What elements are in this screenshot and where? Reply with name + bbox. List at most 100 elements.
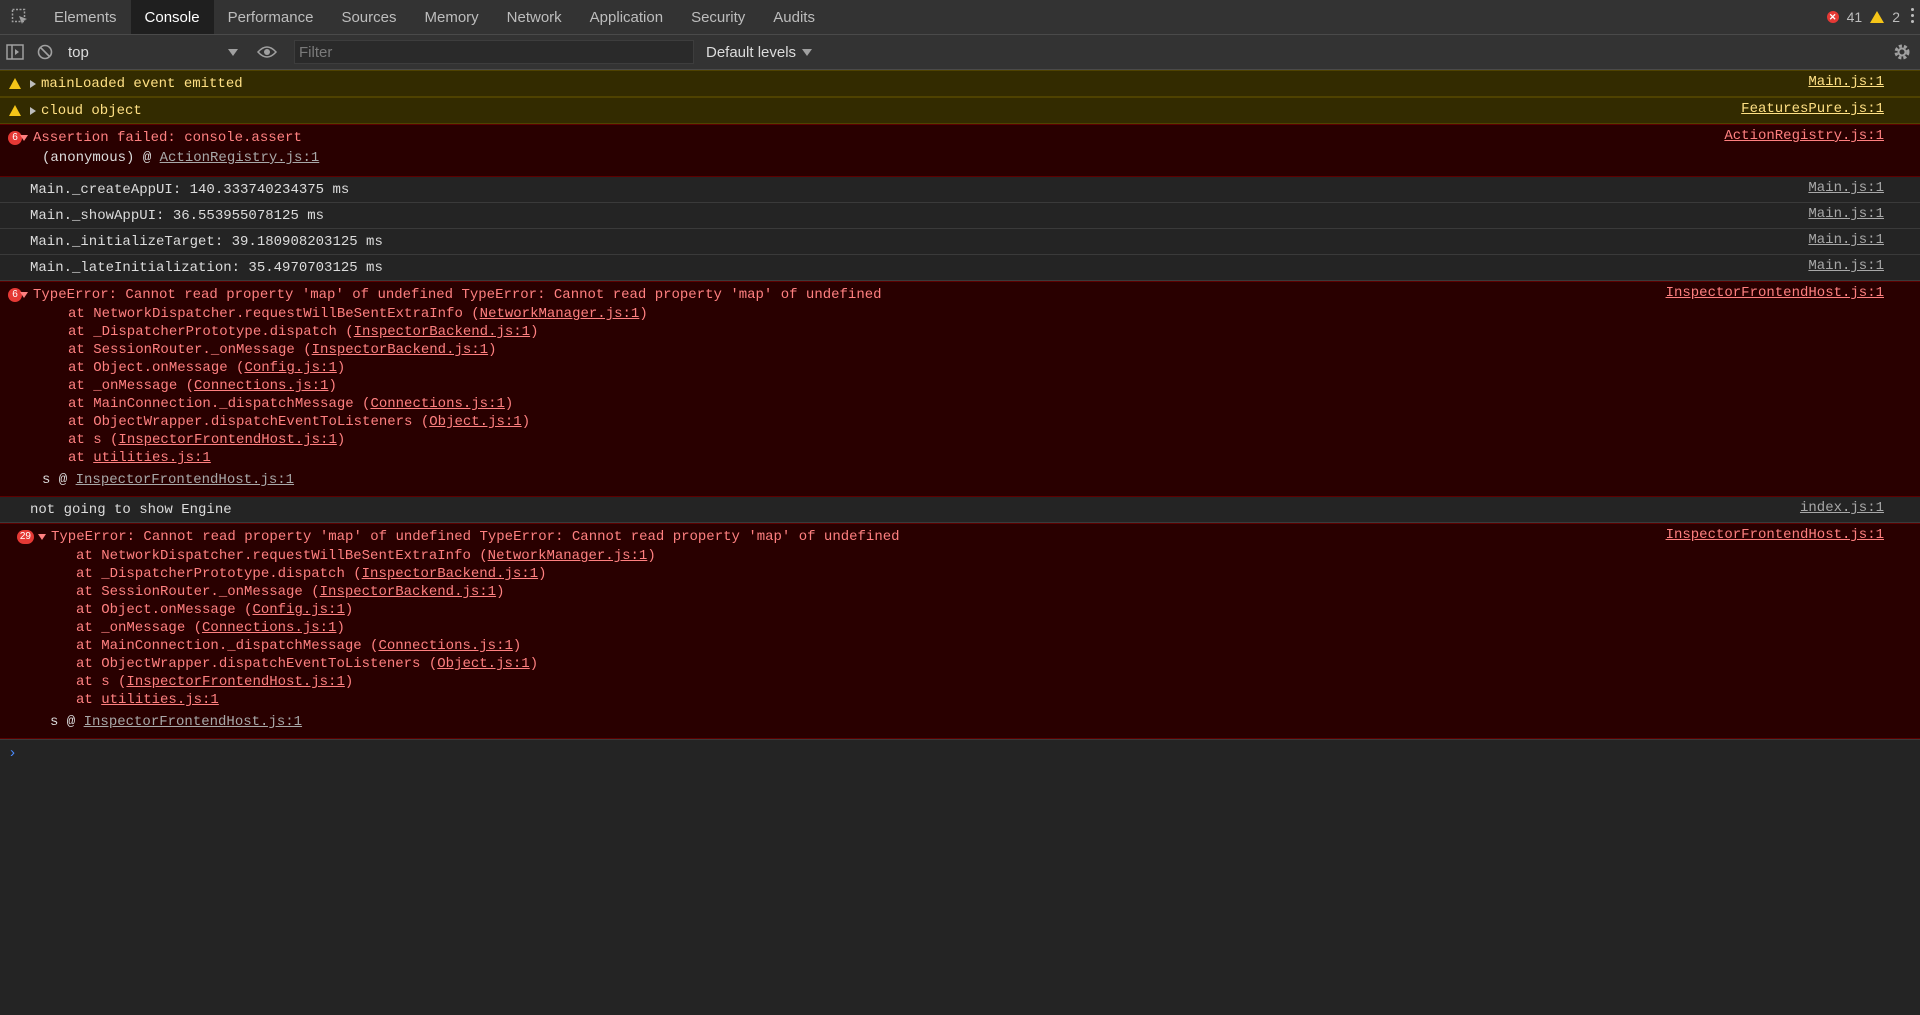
stack-frame-link[interactable]: utilities.js:1: [93, 450, 211, 466]
trace-prefix: (anonymous) @: [42, 150, 160, 166]
message-text: Main._lateInitialization: 35.4970703125 …: [30, 259, 383, 276]
expand-arrow-icon[interactable]: [30, 79, 36, 88]
warning-count-icon: [1870, 11, 1885, 23]
gear-icon[interactable]: [1892, 42, 1912, 66]
tab-audits[interactable]: Audits: [759, 0, 829, 34]
console-warning-message: cloud object FeaturesPure.js:1: [0, 97, 1920, 124]
stack-frame-link[interactable]: Config.js:1: [252, 602, 344, 618]
console-log-message: Main._initializeTarget: 39.180908203125 …: [0, 229, 1920, 255]
stack-frame-link[interactable]: InspectorBackend.js:1: [312, 342, 488, 358]
message-text: not going to show Engine: [30, 501, 232, 518]
console-error-message: 6 Assertion failed: console.assert (anon…: [0, 124, 1920, 177]
console-log-message: Main._lateInitialization: 35.4970703125 …: [0, 255, 1920, 281]
message-text: Main._showAppUI: 36.553955078125 ms: [30, 207, 325, 224]
console-log-message: Main._showAppUI: 36.553955078125 ms Main…: [0, 203, 1920, 229]
stack-frame-link[interactable]: InspectorBackend.js:1: [320, 584, 496, 600]
stack-frame-link[interactable]: NetworkManager.js:1: [488, 548, 648, 564]
tab-console[interactable]: Console: [130, 0, 214, 34]
source-link[interactable]: Main.js:1: [1808, 206, 1884, 222]
stack-frame: at SessionRouter._onMessage (InspectorBa…: [68, 342, 497, 358]
stack-frame-link[interactable]: Object.js:1: [429, 414, 521, 430]
source-link[interactable]: Main.js:1: [1808, 258, 1884, 274]
source-link[interactable]: InspectorFrontendHost.js:1: [1666, 285, 1884, 301]
tab-performance[interactable]: Performance: [214, 0, 328, 34]
stack-frame: at NetworkDispatcher.requestWillBeSentEx…: [68, 306, 648, 322]
stack-frame: at NetworkDispatcher.requestWillBeSentEx…: [76, 548, 656, 564]
collapse-arrow-icon[interactable]: [38, 533, 46, 540]
message-text: Main._initializeTarget: 39.180908203125 …: [30, 233, 383, 250]
devtools-tab-bar: Elements Console Performance Sources Mem…: [0, 0, 1920, 35]
log-levels-dropdown[interactable]: Default levels: [706, 43, 813, 61]
log-levels-label: Default levels: [706, 43, 797, 61]
stack-frame-link[interactable]: Connections.js:1: [370, 396, 504, 412]
stack-frame: at Object.onMessage (Config.js:1): [68, 360, 346, 376]
stack-frame: at _onMessage (Connections.js:1): [76, 620, 345, 636]
message-text: TypeError: Cannot read property 'map' of…: [33, 286, 882, 303]
source-link[interactable]: Main.js:1: [1808, 74, 1884, 90]
chevron-down-icon: [228, 48, 238, 56]
stack-frame-link[interactable]: utilities.js:1: [101, 692, 219, 708]
trace-prefix: s @: [50, 714, 84, 730]
source-link[interactable]: Main.js:1: [1808, 180, 1884, 196]
console-log-message: not going to show Engine index.js:1: [0, 497, 1920, 523]
trace-prefix: s @: [42, 472, 76, 488]
console-messages: mainLoaded event emitted Main.js:1 cloud…: [0, 70, 1920, 764]
tab-application[interactable]: Application: [576, 0, 677, 34]
context-value: top: [68, 43, 89, 61]
stack-frame: at SessionRouter._onMessage (InspectorBa…: [76, 584, 505, 600]
stack-frame-link[interactable]: Object.js:1: [437, 656, 529, 672]
source-link[interactable]: ActionRegistry.js:1: [1724, 128, 1884, 144]
source-link[interactable]: Main.js:1: [1808, 232, 1884, 248]
tab-sources[interactable]: Sources: [327, 0, 410, 34]
stack-frame-link[interactable]: NetworkManager.js:1: [480, 306, 640, 322]
stack-frame-link[interactable]: InspectorBackend.js:1: [362, 566, 538, 582]
source-link[interactable]: index.js:1: [1800, 500, 1884, 516]
stack-frame: at Object.onMessage (Config.js:1): [76, 602, 354, 618]
execution-context-select[interactable]: top: [60, 44, 246, 61]
stack-frame: at s (InspectorFrontendHost.js:1): [68, 432, 346, 448]
filter-input[interactable]: [294, 40, 694, 64]
stack-frame-link[interactable]: InspectorBackend.js:1: [354, 324, 530, 340]
live-expression-eye-icon[interactable]: [252, 35, 282, 69]
stack-frame: at MainConnection._dispatchMessage (Conn…: [68, 396, 514, 412]
stack-frame-link[interactable]: Connections.js:1: [194, 378, 328, 394]
console-log-message: Main._createAppUI: 140.333740234375 ms M…: [0, 177, 1920, 203]
console-error-message: 29 TypeError: Cannot read property 'map'…: [0, 523, 1920, 739]
trace-link[interactable]: InspectorFrontendHost.js:1: [84, 714, 302, 730]
expand-arrow-icon[interactable]: [30, 106, 36, 115]
stack-frame: at ObjectWrapper.dispatchEventToListener…: [68, 414, 531, 430]
stack-frame-link[interactable]: InspectorFrontendHost.js:1: [126, 674, 344, 690]
more-options-icon[interactable]: [1911, 8, 1914, 23]
trace-link[interactable]: InspectorFrontendHost.js:1: [76, 472, 294, 488]
stack-frame-link[interactable]: Connections.js:1: [202, 620, 336, 636]
clear-console-icon[interactable]: [30, 35, 60, 69]
tab-memory[interactable]: Memory: [410, 0, 492, 34]
call-trace: (anonymous) @ ActionRegistry.js:1: [0, 148, 1884, 168]
source-link[interactable]: InspectorFrontendHost.js:1: [1666, 527, 1884, 543]
console-warning-message: mainLoaded event emitted Main.js:1: [0, 70, 1920, 97]
source-link[interactable]: FeaturesPure.js:1: [1741, 101, 1884, 117]
warning-icon: [9, 105, 21, 116]
stack-frame-link[interactable]: InspectorFrontendHost.js:1: [118, 432, 336, 448]
inspect-element-icon[interactable]: [0, 0, 40, 34]
issue-counter[interactable]: ✕ 41 2: [1826, 0, 1900, 34]
stack-trace: at NetworkDispatcher.requestWillBeSentEx…: [0, 305, 1884, 467]
error-count: 41: [1846, 9, 1863, 25]
stack-frame-link[interactable]: Config.js:1: [244, 360, 336, 376]
warning-icon: [9, 78, 21, 89]
show-sidebar-icon[interactable]: [0, 35, 30, 69]
console-prompt-input[interactable]: ›: [0, 739, 1920, 764]
collapse-arrow-icon[interactable]: [20, 291, 28, 298]
trace-link[interactable]: ActionRegistry.js:1: [160, 150, 320, 166]
message-text: TypeError: Cannot read property 'map' of…: [51, 528, 900, 545]
stack-frame: at _onMessage (Connections.js:1): [68, 378, 337, 394]
tab-elements[interactable]: Elements: [40, 0, 131, 34]
stack-frame: at ObjectWrapper.dispatchEventToListener…: [76, 656, 539, 672]
chevron-down-icon: [802, 48, 813, 56]
stack-frame-link[interactable]: Connections.js:1: [378, 638, 512, 654]
tab-network[interactable]: Network: [493, 0, 576, 34]
error-count-icon: ✕: [1826, 11, 1839, 23]
stack-frame: at _DispatcherPrototype.dispatch (Inspec…: [68, 324, 539, 340]
tab-security[interactable]: Security: [677, 0, 759, 34]
collapse-arrow-icon[interactable]: [20, 134, 28, 141]
